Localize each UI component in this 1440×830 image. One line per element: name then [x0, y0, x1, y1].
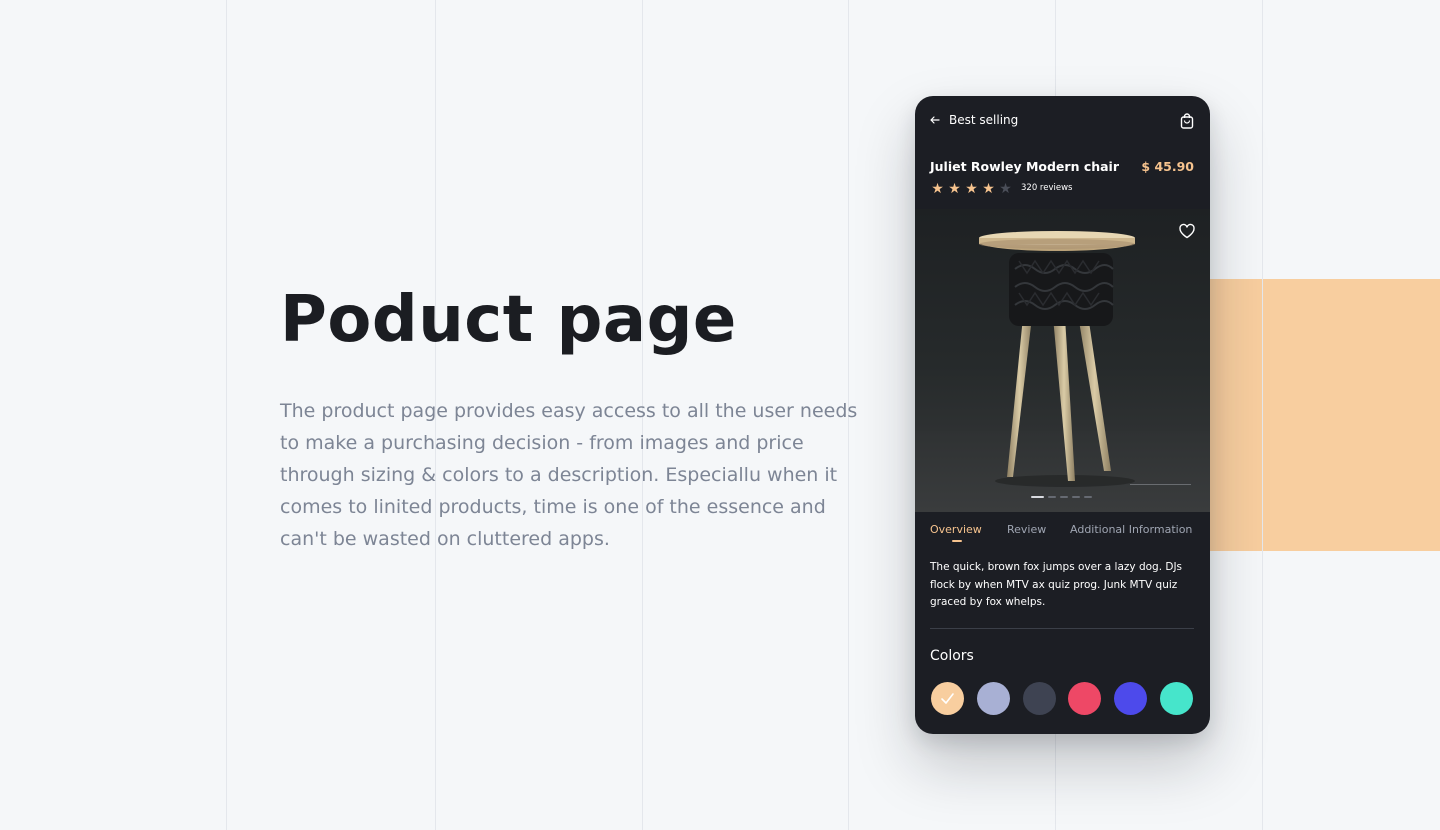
star-rating: ★ ★ ★ ★ ★	[930, 182, 1013, 196]
colors-title: Colors	[930, 648, 974, 664]
pager-dot[interactable]	[1072, 496, 1080, 498]
pager-dot[interactable]	[1060, 496, 1068, 498]
star-icon: ★	[948, 181, 961, 197]
star-icon: ★	[931, 181, 944, 197]
pager-dot[interactable]	[1084, 496, 1092, 498]
color-swatch-teal[interactable]	[1159, 682, 1193, 715]
color-swatches	[931, 682, 1193, 716]
check-icon	[941, 693, 954, 704]
product-name: Juliet Rowley Modern chair	[930, 159, 1120, 174]
color-swatch-blue[interactable]	[1114, 682, 1148, 715]
top-bar-title: Best selling	[949, 113, 1019, 127]
color-swatch-peach[interactable]	[931, 682, 964, 715]
product-tabs: Overview Review Additional Information	[930, 523, 1200, 545]
tab-active-indicator	[952, 540, 962, 542]
product-price: $ 45.90	[1141, 159, 1194, 174]
grid-line	[226, 0, 227, 830]
top-bar: Best selling	[915, 96, 1210, 146]
color-swatch-pink[interactable]	[1068, 682, 1102, 715]
heart-icon[interactable]	[1178, 222, 1196, 240]
shopping-bag-icon[interactable]	[1178, 112, 1196, 130]
divider	[930, 628, 1194, 629]
image-pager	[1031, 496, 1092, 498]
pager-dot[interactable]	[1031, 496, 1044, 498]
star-icon: ★	[982, 181, 995, 197]
star-icon: ★	[999, 181, 1012, 197]
tab-review[interactable]: Review	[1007, 523, 1046, 536]
page-description: The product page provides easy access to…	[280, 400, 858, 550]
stool-photo	[915, 209, 1210, 512]
reviews-count[interactable]: 320 reviews	[1021, 183, 1072, 193]
overview-text: The quick, brown fox jumps over a lazy d…	[930, 561, 1183, 608]
star-icon: ★	[965, 181, 978, 197]
page-heading: Poduct page	[280, 283, 737, 357]
tab-additional-information[interactable]: Additional Information	[1070, 523, 1192, 536]
arrow-left-icon[interactable]	[927, 112, 943, 128]
product-photo[interactable]	[915, 209, 1210, 512]
accent-block	[1200, 279, 1440, 551]
canvas: Poduct page The product page provides ea…	[0, 0, 1440, 830]
color-swatch-slate[interactable]	[1022, 682, 1056, 715]
grid-line	[1262, 0, 1263, 830]
pager-dot[interactable]	[1048, 496, 1056, 498]
color-swatch-lavender[interactable]	[976, 682, 1010, 715]
tab-overview[interactable]: Overview	[930, 523, 982, 536]
phone-mockup: Best selling Juliet Rowley Modern chair …	[915, 96, 1210, 734]
